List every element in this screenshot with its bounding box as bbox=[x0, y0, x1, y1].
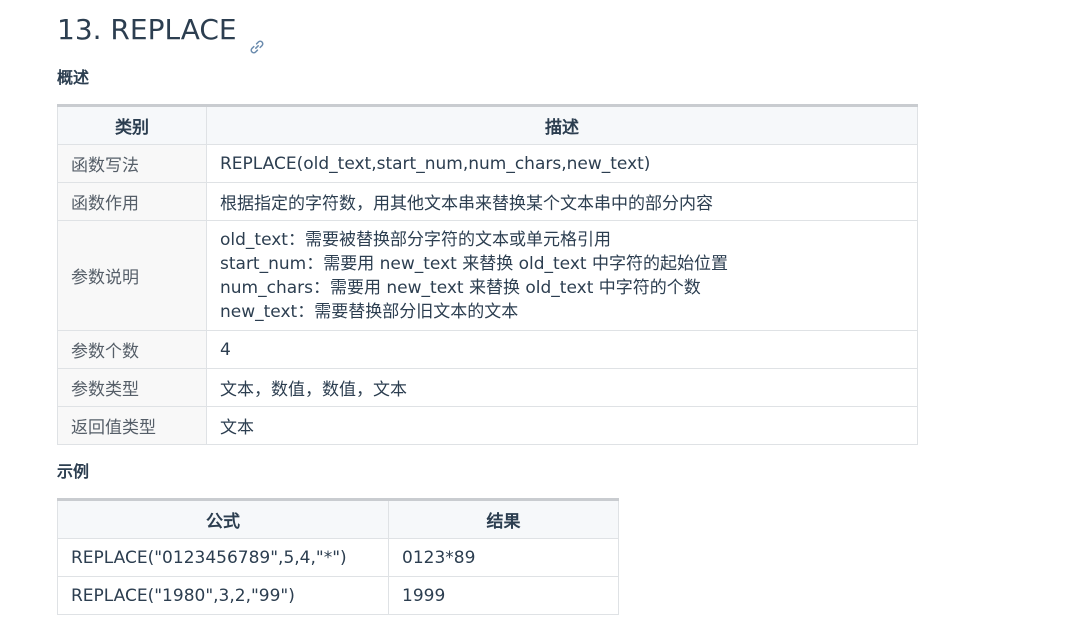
column-header-description: 描述 bbox=[206, 105, 918, 145]
table-row: 函数写法 REPLACE(old_text,start_num,num_char… bbox=[57, 144, 918, 183]
column-header-result: 结果 bbox=[388, 499, 619, 539]
row-label: 参数类型 bbox=[57, 368, 207, 407]
table-header-row: 类别 描述 bbox=[57, 105, 918, 145]
table-row: 参数说明 old_text：需要被替换部分字符的文本或单元格引用 start_n… bbox=[57, 220, 918, 331]
formula-cell: REPLACE("1980",3,2,"99") bbox=[57, 576, 389, 615]
table-header-row: 公式 结果 bbox=[57, 499, 619, 539]
row-value: 4 bbox=[206, 330, 918, 369]
link-icon[interactable] bbox=[249, 26, 265, 54]
row-label: 参数个数 bbox=[57, 330, 207, 369]
param-line-start-num: start_num：需要用 new_text 来替换 old_text 中字符的… bbox=[220, 253, 728, 274]
row-value: 文本，数值，数值，文本 bbox=[206, 368, 918, 407]
overview-heading: 概述 bbox=[57, 68, 90, 87]
result-cell: 1999 bbox=[388, 576, 619, 615]
examples-heading: 示例 bbox=[57, 462, 90, 481]
row-label: 函数写法 bbox=[57, 144, 207, 183]
page-title-text: 13. REPLACE bbox=[57, 13, 237, 46]
param-line-num-chars: num_chars：需要用 new_text 来替换 old_text 中字符的… bbox=[220, 277, 701, 298]
column-header-category: 类别 bbox=[57, 105, 207, 145]
formula-cell: REPLACE("0123456789",5,4,"*") bbox=[57, 538, 389, 577]
row-label: 返回值类型 bbox=[57, 406, 207, 445]
row-value: 根据指定的字符数，用其他文本串来替换某个文本串中的部分内容 bbox=[206, 182, 918, 221]
table-row: REPLACE("0123456789",5,4,"*") 0123*89 bbox=[57, 538, 619, 577]
overview-table: 类别 描述 函数写法 REPLACE(old_text,start_num,nu… bbox=[57, 104, 918, 445]
column-header-formula: 公式 bbox=[57, 499, 389, 539]
row-label: 函数作用 bbox=[57, 182, 207, 221]
result-cell: 0123*89 bbox=[388, 538, 619, 577]
table-row: 参数类型 文本，数值，数值，文本 bbox=[57, 368, 918, 407]
page-title: 13. REPLACE bbox=[57, 10, 265, 54]
table-row: REPLACE("1980",3,2,"99") 1999 bbox=[57, 576, 619, 615]
param-line-new-text: new_text：需要替换部分旧文本的文本 bbox=[220, 301, 519, 322]
param-line-old-text: old_text：需要被替换部分字符的文本或单元格引用 bbox=[220, 229, 611, 250]
row-label: 参数说明 bbox=[57, 220, 207, 331]
row-value: 文本 bbox=[206, 406, 918, 445]
table-row: 函数作用 根据指定的字符数，用其他文本串来替换某个文本串中的部分内容 bbox=[57, 182, 918, 221]
row-value: REPLACE(old_text,start_num,num_chars,new… bbox=[206, 144, 918, 183]
doc-page: 13. REPLACE 概述 类别 描述 函数写法 REPLACE(old_te… bbox=[57, 0, 1074, 641]
row-value: old_text：需要被替换部分字符的文本或单元格引用 start_num：需要… bbox=[206, 220, 918, 331]
table-row: 参数个数 4 bbox=[57, 330, 918, 369]
table-row: 返回值类型 文本 bbox=[57, 406, 918, 445]
examples-table: 公式 结果 REPLACE("0123456789",5,4,"*") 0123… bbox=[57, 498, 619, 615]
